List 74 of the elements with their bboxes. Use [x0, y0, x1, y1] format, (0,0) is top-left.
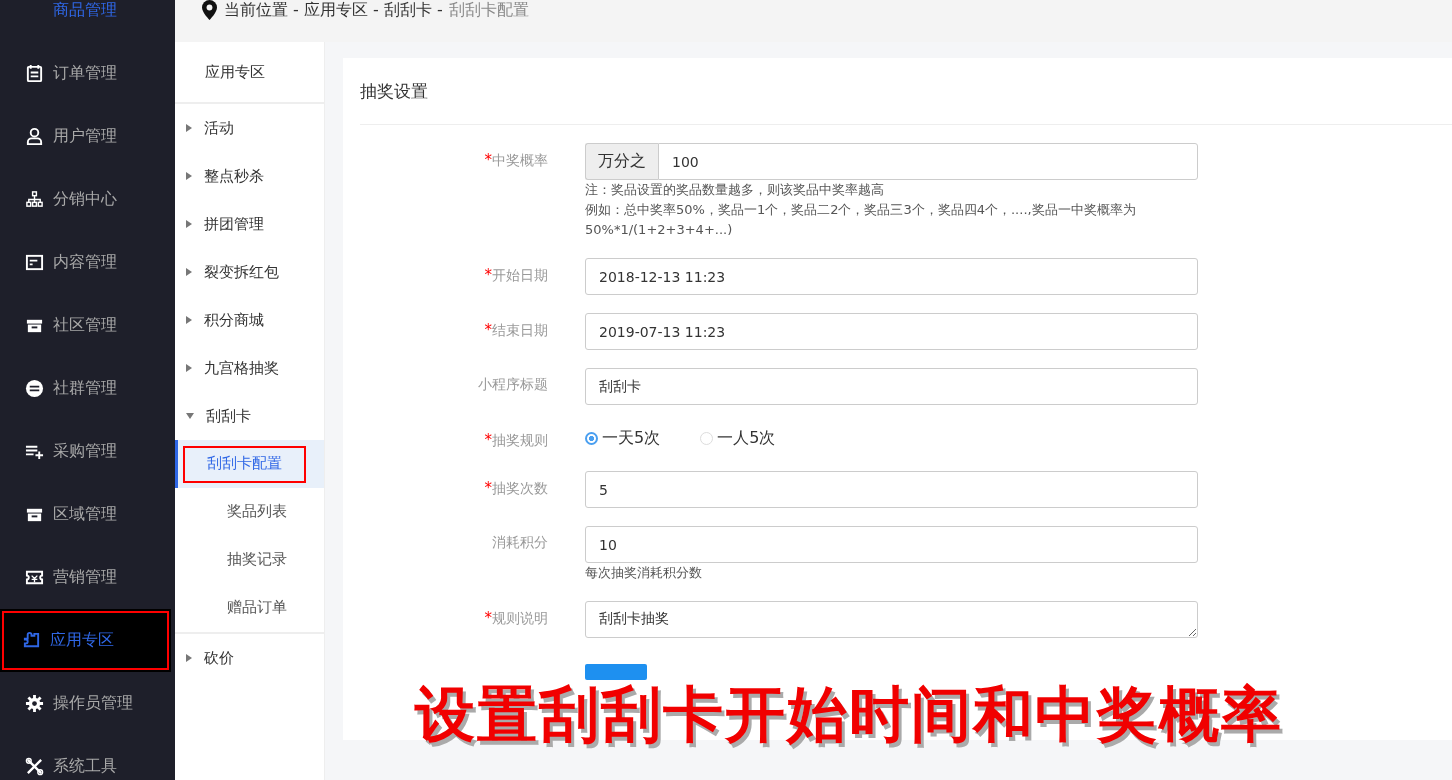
input-field[interactable]: 2018-12-13 11:23	[585, 258, 1198, 295]
field-label: 消耗积分	[492, 534, 548, 552]
sidebar-item[interactable]: 区域管理	[0, 483, 175, 546]
sidebar-item[interactable]: 营销管理	[0, 546, 175, 609]
submenu-group[interactable]: 整点秒杀	[175, 152, 324, 200]
caret-icon	[186, 268, 192, 276]
puzzle-icon	[22, 631, 41, 650]
input-field[interactable]: 2019-07-13 11:23	[585, 313, 1198, 350]
submenu-item[interactable]: 赠品订单	[175, 584, 324, 632]
submenu-item[interactable]: 刮刮卡配置	[175, 440, 324, 488]
sidebar-item[interactable]: 操作员管理	[0, 672, 175, 735]
textarea-field[interactable]: 刮刮卡抽奖	[585, 601, 1198, 638]
sidebar-item[interactable]: 社区管理	[0, 294, 175, 357]
required-mark: *	[484, 321, 492, 339]
required-mark: *	[484, 151, 492, 169]
field-label: 开始日期	[492, 267, 548, 285]
caret-icon	[186, 220, 192, 228]
caret-icon	[186, 316, 192, 324]
field-label: 结束日期	[492, 322, 548, 340]
caret-icon	[186, 654, 192, 662]
submenu-group[interactable]: 积分商城	[175, 296, 324, 344]
ticket-icon	[25, 568, 44, 587]
submit-button[interactable]	[585, 664, 647, 680]
help-text: 注：奖品设置的奖品数量越多，则该奖品中奖率越高	[585, 181, 885, 199]
input-field[interactable]: 刮刮卡	[585, 368, 1198, 405]
submenu-group[interactable]: 拼团管理	[175, 200, 324, 248]
card-title: 抽奖设置	[360, 58, 1452, 125]
submenu-item[interactable]: 抽奖记录	[175, 536, 324, 584]
sidebar-item[interactable]: 用户管理	[0, 105, 175, 168]
breadcrumb-current: 刮刮卡配置	[448, 0, 529, 21]
radio-option[interactable]: 一人5次	[700, 427, 776, 449]
sidebar-item[interactable]: 采购管理	[0, 420, 175, 483]
help-text: 每次抽奖消耗积分数	[585, 564, 703, 582]
caret-icon	[186, 413, 194, 419]
submenu-group[interactable]: 砍价	[175, 634, 324, 682]
sidebar-item[interactable]: 订单管理	[0, 42, 175, 105]
field-label: 规则说明	[492, 610, 548, 628]
field-label: 抽奖次数	[492, 480, 548, 498]
required-mark: *	[484, 431, 492, 449]
user-icon	[25, 127, 44, 146]
input-field[interactable]: 10	[585, 526, 1198, 563]
field-label: 抽奖规则	[492, 432, 548, 450]
submenu-item[interactable]: 奖品列表	[175, 488, 324, 536]
breadcrumb-path: 当前位置 - 应用专区 - 刮刮卡 -	[224, 0, 443, 21]
field-label: 小程序标题	[478, 376, 548, 394]
settings-icon	[25, 694, 44, 713]
input-field[interactable]: 5	[585, 471, 1198, 508]
submenu-group[interactable]: 裂变拆红包	[175, 248, 324, 296]
required-mark: *	[484, 609, 492, 627]
clipboard-icon	[25, 64, 44, 83]
tools-icon	[25, 757, 44, 776]
sidebar-item[interactable]: 社群管理	[0, 357, 175, 420]
caret-icon	[186, 364, 192, 372]
annotation-caption: 设置刮刮卡开始时间和中奖概率	[415, 684, 1283, 744]
submenu-group[interactable]: 刮刮卡	[175, 392, 324, 440]
minus-circle-icon	[25, 379, 44, 398]
hierarchy-icon	[25, 190, 44, 209]
caret-icon	[186, 172, 192, 180]
submenu-group[interactable]: 活动	[175, 104, 324, 152]
card-icon	[25, 253, 44, 272]
field-label: 中奖概率	[492, 152, 548, 170]
required-mark: *	[484, 266, 492, 284]
sidebar-item[interactable]: 内容管理	[0, 231, 175, 294]
sidebar-item[interactable]: 系统工具	[0, 735, 175, 780]
submenu-group[interactable]: 九宫格抽奖	[175, 344, 324, 392]
input-prefix: 万分之	[585, 143, 658, 180]
submenu-title: 应用专区	[175, 42, 324, 104]
caret-icon	[186, 124, 192, 132]
sidebar-item[interactable]: 应用专区	[0, 609, 171, 672]
sidebar-item[interactable]: 分销中心	[0, 168, 175, 231]
help-text: 例如：总中奖率50%，奖品一1个，奖品二2个，奖品三3个，奖品四4个，....,奖品一中奖概率为50%*1/(1+2+3+4+...)	[585, 201, 1137, 239]
required-mark: *	[484, 479, 492, 497]
radio-option[interactable]: 一天5次	[585, 427, 661, 449]
input-field[interactable]: 100	[658, 143, 1198, 180]
